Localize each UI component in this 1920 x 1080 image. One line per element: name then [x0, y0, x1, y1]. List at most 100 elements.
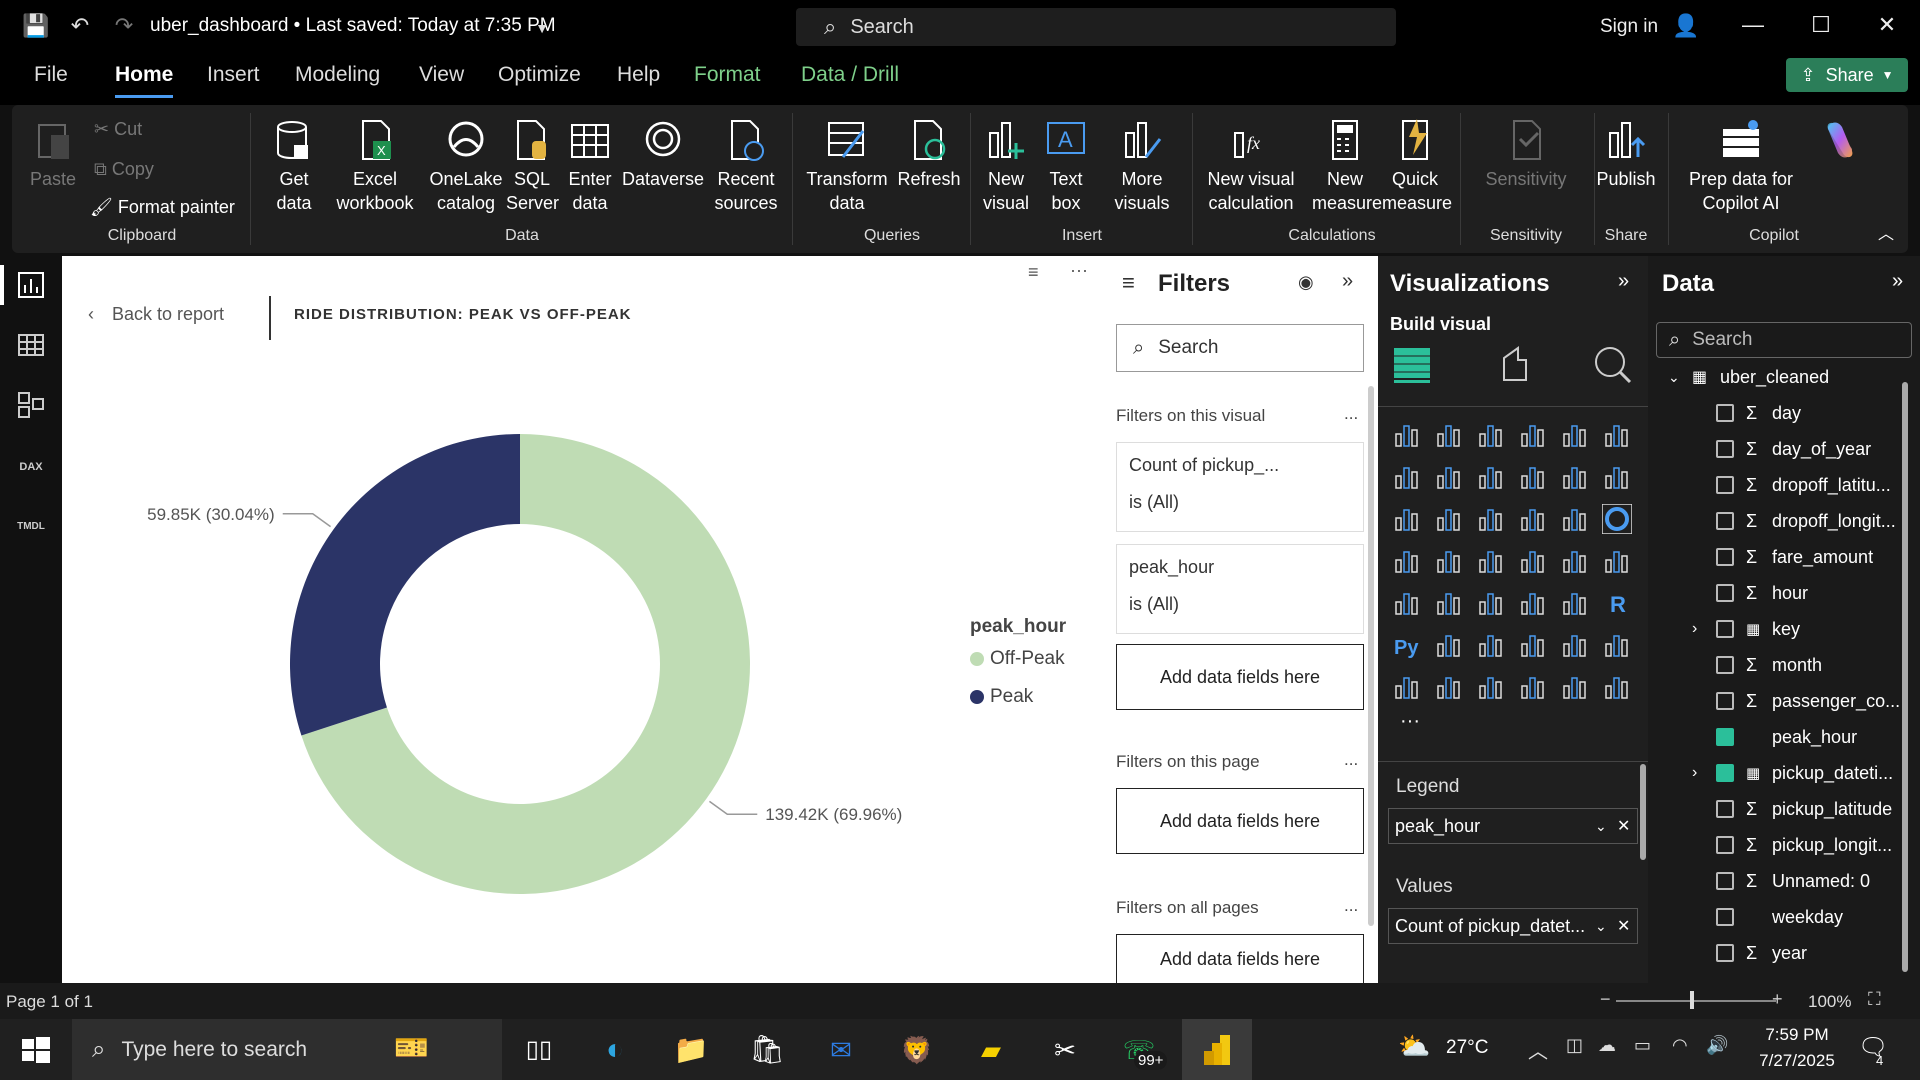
line-visual-icon[interactable] [1392, 462, 1422, 492]
map-visual-icon[interactable] [1434, 546, 1464, 576]
field-pickup-dateti[interactable]: › ▦ pickup_dateti... [1648, 756, 1910, 790]
document-title[interactable]: uber_dashboard • Last saved: Today at 7:… [150, 15, 556, 37]
add-data-fields-visual[interactable]: Add data fields here [1116, 644, 1364, 710]
field-checkbox[interactable] [1716, 728, 1734, 746]
stacked-area-visual-icon[interactable] [1476, 462, 1506, 492]
dataverse-button[interactable]: Dataverse [620, 117, 706, 191]
edge-icon[interactable]: ◐ [596, 1031, 634, 1069]
power-bi-icon[interactable] [1198, 1031, 1236, 1069]
notification-center-icon[interactable]: 🗨 [1858, 1033, 1888, 1062]
taskbar-search[interactable]: ⌕ Type here to search 🎫 [72, 1019, 502, 1080]
slice-peak[interactable] [290, 434, 520, 736]
field-checkbox[interactable] [1716, 404, 1734, 422]
menu-home[interactable]: Home [115, 63, 174, 98]
recent-sources-button[interactable]: Recent sources [708, 117, 784, 215]
stacked-column-visual-icon[interactable] [1434, 420, 1464, 450]
field-checkbox[interactable] [1716, 476, 1734, 494]
chevron-down-icon[interactable]: ⌄ [1595, 918, 1607, 935]
sign-in-link[interactable]: Sign in [1600, 16, 1658, 38]
refresh-button[interactable]: Refresh [896, 117, 962, 191]
card-visual-icon[interactable] [1602, 546, 1632, 576]
field-weekday[interactable]: weekday [1648, 900, 1910, 934]
search-box[interactable]: ⌕ Search [796, 8, 1396, 46]
prep-data-copilot-button[interactable]: Prep data for Copilot AI [1670, 117, 1812, 215]
onelake-catalog-button[interactable]: OneLake catalog [424, 117, 508, 215]
publish-button[interactable]: Publish [1592, 117, 1660, 191]
field-checkbox[interactable] [1716, 836, 1734, 854]
field-fare-amount[interactable]: Σfare_amount [1648, 540, 1910, 574]
scrollbar[interactable] [1368, 386, 1374, 926]
field-hour[interactable]: Σhour [1648, 576, 1910, 610]
treemap-visual-icon[interactable] [1392, 546, 1422, 576]
table-visual-icon[interactable] [1518, 588, 1548, 618]
table-uber-cleaned[interactable]: ⌄ ▦ uber_cleaned [1648, 360, 1910, 394]
transform-data-button[interactable]: Transform data [802, 117, 892, 215]
scrollbar[interactable] [1902, 382, 1908, 972]
filled-map-visual-icon[interactable] [1476, 546, 1506, 576]
gauge-visual-icon[interactable] [1560, 546, 1590, 576]
copilot-button[interactable] [1810, 117, 1870, 167]
menu-format[interactable]: Format [694, 63, 761, 95]
field-month[interactable]: Σmonth [1648, 648, 1910, 682]
more-options-icon[interactable]: ... [1344, 896, 1358, 916]
windows-start-icon[interactable] [16, 1031, 54, 1069]
field-checkbox[interactable] [1716, 944, 1734, 962]
copy-button[interactable]: ⧉ Copy [94, 157, 154, 181]
field-checkbox[interactable] [1716, 548, 1734, 566]
get-data-button[interactable]: Get data [264, 117, 324, 215]
narrative-visual-icon[interactable] [1560, 630, 1590, 660]
undo-icon[interactable]: ↶ [66, 12, 94, 40]
sql-server-button[interactable]: SQL Server [506, 117, 559, 215]
chevron-down-icon[interactable]: ⌄ [1668, 369, 1680, 386]
power-automate-visual-icon[interactable] [1476, 672, 1506, 702]
multi-row-card-visual-icon[interactable] [1392, 588, 1422, 618]
field-key[interactable]: › ▦ key [1648, 612, 1910, 646]
python-visual-visual-icon[interactable]: Py [1392, 630, 1422, 660]
collapse-icon[interactable]: » [1892, 270, 1903, 293]
field-dropoff-latitu[interactable]: Σdropoff_latitu... [1648, 468, 1910, 502]
menu-help[interactable]: Help [617, 63, 660, 95]
menu-insert[interactable]: Insert [207, 63, 260, 95]
decomposition-tree-visual-icon[interactable] [1476, 630, 1506, 660]
donut-chart[interactable]: 139.42K (69.96%) 59.85K (30.04%) [62, 256, 1104, 983]
volume-icon[interactable]: 🔊 [1706, 1035, 1728, 1056]
sensitivity-button[interactable]: Sensitivity [1470, 117, 1582, 191]
qa-visual-icon[interactable] [1518, 630, 1548, 660]
clustered-bar-visual-icon[interactable] [1476, 420, 1506, 450]
pie-visual-icon[interactable] [1560, 504, 1590, 534]
collapse-ribbon-icon[interactable]: ︿ [1878, 223, 1894, 247]
close-icon[interactable]: ✕ [1872, 12, 1902, 38]
menu-optimize[interactable]: Optimize [498, 63, 581, 95]
paginated-visual-icon[interactable] [1392, 672, 1422, 702]
menu-file[interactable]: File [34, 63, 68, 95]
zoom-slider[interactable] [1616, 1000, 1776, 1002]
report-view-icon[interactable] [15, 269, 47, 301]
field-unnamed-0[interactable]: Σ Unnamed: 0 [1648, 864, 1910, 898]
meet-icon[interactable]: ◫ [1566, 1035, 1583, 1056]
table-view-icon[interactable] [15, 329, 47, 361]
add-data-fields-all[interactable]: Add data fields here [1116, 934, 1364, 983]
battery-icon[interactable]: ▭ [1634, 1035, 1651, 1056]
build-visual-tab-icon[interactable] [1392, 344, 1432, 384]
scatter-visual-icon[interactable] [1518, 504, 1548, 534]
new-measure-button[interactable]: New measure [1312, 117, 1382, 215]
field-year[interactable]: Σyear [1648, 936, 1910, 970]
field-passenger-co[interactable]: Σpassenger_co... [1648, 684, 1910, 718]
field-checkbox[interactable] [1716, 764, 1734, 782]
field-checkbox[interactable] [1716, 872, 1734, 890]
field-day-of-year[interactable]: Σday_of_year [1648, 432, 1910, 466]
line-column-visual-icon[interactable] [1560, 462, 1590, 492]
field-checkbox[interactable] [1716, 440, 1734, 458]
paste-button[interactable]: Paste [26, 117, 80, 191]
kpi-visual-icon[interactable] [1434, 588, 1464, 618]
funnel-visual-icon[interactable] [1476, 504, 1506, 534]
cut-button[interactable]: ✂ Cut [94, 117, 142, 141]
enter-data-button[interactable]: Enter data [564, 117, 616, 215]
zoom-slider-handle[interactable] [1690, 991, 1694, 1009]
goals-visual-icon[interactable] [1602, 630, 1632, 660]
user-avatar-icon[interactable]: 👤 [1672, 12, 1700, 40]
scrollbar[interactable] [1640, 764, 1646, 860]
show-hidden-icons[interactable]: ︿ [1528, 1035, 1548, 1064]
onedrive-icon[interactable]: ☁ [1598, 1035, 1616, 1056]
filter-card-peak-hour[interactable]: peak_hour is (All) [1116, 544, 1364, 634]
